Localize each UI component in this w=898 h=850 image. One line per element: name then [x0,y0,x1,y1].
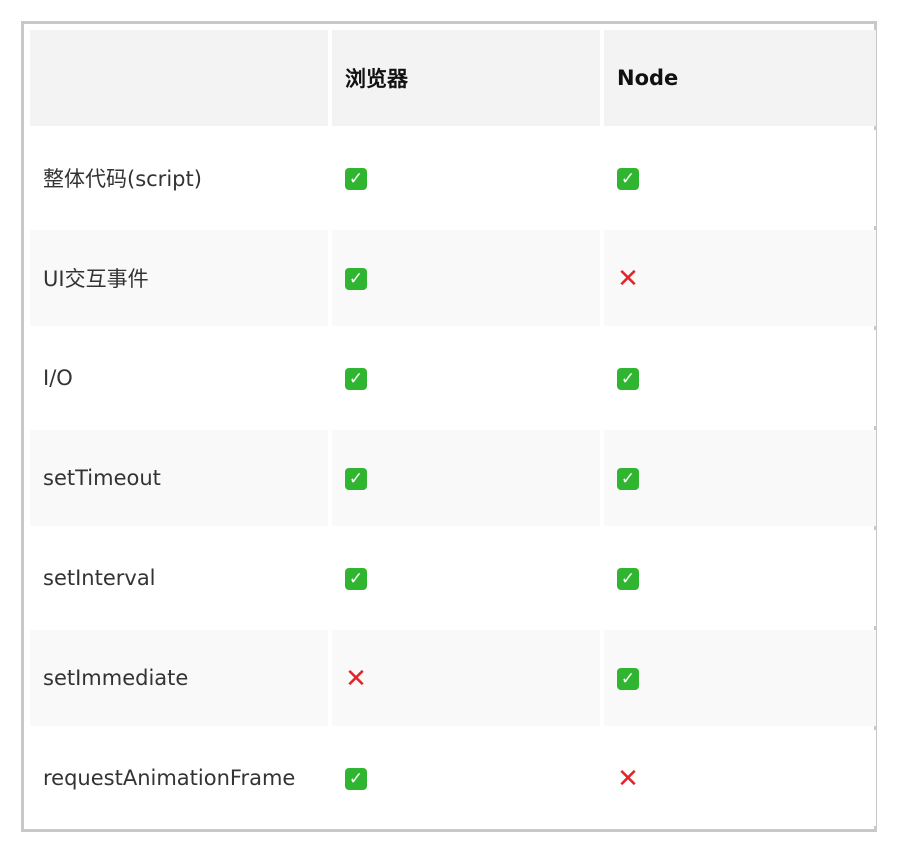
header-cell-feature [30,30,328,126]
table-row: setImmediate ✕ ✓ [30,630,876,726]
header-cell-node: Node [604,30,876,126]
check-mark-button-icon: ✓ [617,568,639,590]
browser-support-cell: ✓ [332,430,600,526]
cross-mark-icon: ✕ [345,664,367,694]
feature-name-cell: setInterval [30,530,328,626]
feature-name-cell: setTimeout [30,430,328,526]
table-row: UI交互事件 ✓ ✕ [30,230,876,326]
check-mark-button-icon: ✓ [345,368,367,390]
check-mark-button-icon: ✓ [345,168,367,190]
feature-name-cell: requestAnimationFrame [30,730,328,826]
header-cell-browser: 浏览器 [332,30,600,126]
browser-support-cell: ✓ [332,730,600,826]
cross-mark-icon: ✕ [617,764,639,794]
table-row: 整体代码(script) ✓ ✓ [30,130,876,226]
node-support-cell: ✓ [604,130,876,226]
table-row: setTimeout ✓ ✓ [30,430,876,526]
compatibility-table: 浏览器 Node 整体代码(script) ✓ ✓ UI交互事件 ✓ ✕ I/O ✓ ✓ setT… [26,26,880,830]
table-frame: 浏览器 Node 整体代码(script) ✓ ✓ UI交互事件 ✓ ✕ I/O ✓ ✓ setT… [21,21,877,832]
node-support-cell: ✓ [604,430,876,526]
feature-name-cell: I/O [30,330,328,426]
browser-support-cell: ✓ [332,330,600,426]
node-support-cell: ✓ [604,330,876,426]
check-mark-button-icon: ✓ [617,668,639,690]
node-support-cell: ✕ [604,230,876,326]
browser-support-cell: ✓ [332,530,600,626]
check-mark-button-icon: ✓ [345,468,367,490]
feature-name-cell: UI交互事件 [30,230,328,326]
browser-support-cell: ✓ [332,130,600,226]
cross-mark-icon: ✕ [617,264,639,294]
check-mark-button-icon: ✓ [345,268,367,290]
table-body: 整体代码(script) ✓ ✓ UI交互事件 ✓ ✕ I/O ✓ ✓ setTimeout ✓ ✓ s… [30,130,876,826]
table-row: setInterval ✓ ✓ [30,530,876,626]
check-mark-button-icon: ✓ [617,368,639,390]
table-header-row: 浏览器 Node [30,30,876,126]
feature-name-cell: 整体代码(script) [30,130,328,226]
table-row: requestAnimationFrame ✓ ✕ [30,730,876,826]
check-mark-button-icon: ✓ [345,568,367,590]
node-support-cell: ✕ [604,730,876,826]
node-support-cell: ✓ [604,530,876,626]
browser-support-cell: ✕ [332,630,600,726]
check-mark-button-icon: ✓ [617,168,639,190]
browser-support-cell: ✓ [332,230,600,326]
check-mark-button-icon: ✓ [617,468,639,490]
check-mark-button-icon: ✓ [345,768,367,790]
node-support-cell: ✓ [604,630,876,726]
table-row: I/O ✓ ✓ [30,330,876,426]
feature-name-cell: setImmediate [30,630,328,726]
